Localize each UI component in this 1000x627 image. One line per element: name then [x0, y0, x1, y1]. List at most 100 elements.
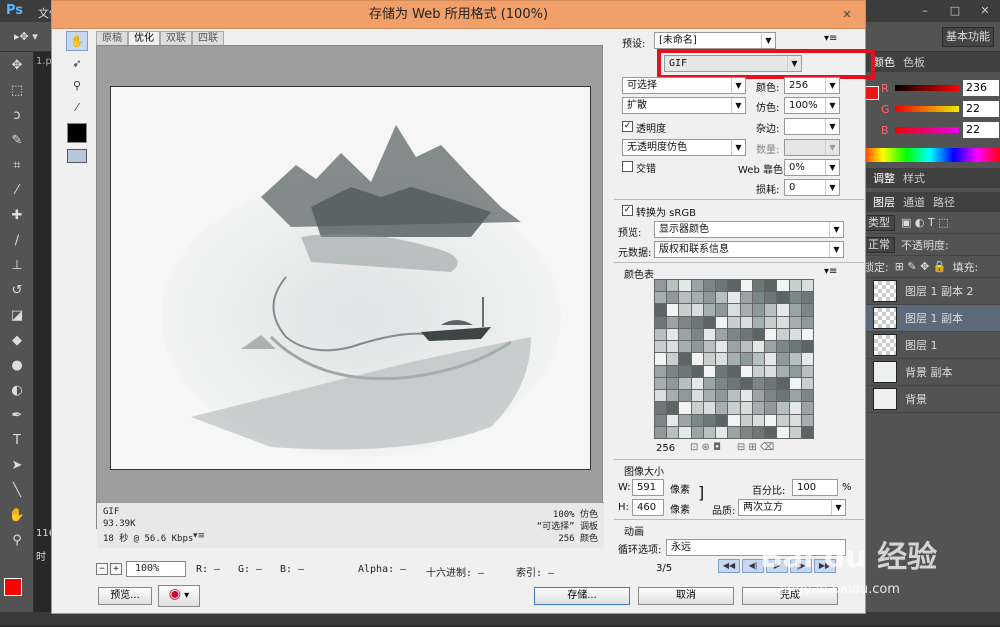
- lock-icons[interactable]: ⊞ ✎ ✥ 🔒: [895, 260, 947, 273]
- color-table-cell[interactable]: [703, 316, 716, 328]
- srgb-checkbox[interactable]: ✓: [622, 205, 633, 216]
- color-table-cell[interactable]: [679, 402, 691, 414]
- color-table-menu-icon[interactable]: ▾≡: [824, 266, 837, 277]
- color-table-cell[interactable]: [691, 426, 703, 438]
- foreground-color-swatch[interactable]: [4, 578, 22, 596]
- layer-kind-select[interactable]: 类型: [863, 214, 895, 231]
- hand-icon[interactable]: ✋: [66, 31, 88, 51]
- filter-icons[interactable]: ▣ ◐ T ⬚: [901, 216, 949, 229]
- slider-g-value[interactable]: 22: [963, 101, 999, 117]
- width-input[interactable]: 591: [632, 479, 664, 496]
- color-table-cell[interactable]: [777, 304, 789, 316]
- move-tool-icon[interactable]: ✥: [5, 53, 29, 77]
- websnap-select[interactable]: 0% ▼: [784, 159, 840, 176]
- color-table-cell[interactable]: [728, 377, 740, 390]
- minimize-icon[interactable]: –: [910, 0, 940, 22]
- color-table-cell[interactable]: [789, 402, 801, 414]
- color-table-cell[interactable]: [703, 292, 716, 304]
- preview-image[interactable]: [110, 86, 591, 470]
- color-table-cell[interactable]: [740, 390, 752, 402]
- slider-g[interactable]: G 22: [859, 99, 1000, 120]
- tab-paths[interactable]: 路径: [933, 194, 955, 210]
- amount-select[interactable]: ▼: [784, 139, 840, 156]
- color-table-cell[interactable]: [728, 426, 740, 438]
- hand-tool-icon[interactable]: ✋: [5, 503, 29, 527]
- tab-optimized[interactable]: 优化: [128, 31, 160, 45]
- color-table-cell[interactable]: [703, 304, 716, 316]
- tab-2up[interactable]: 双联: [160, 31, 192, 45]
- link-constraint-icon[interactable]: ]: [698, 483, 704, 502]
- color-table-cell[interactable]: [667, 316, 679, 328]
- color-table-cell[interactable]: [740, 353, 752, 365]
- color-table-cell[interactable]: [765, 426, 777, 438]
- color-table-cell[interactable]: [752, 341, 765, 353]
- slider-b-value[interactable]: 22: [963, 122, 999, 138]
- color-table-cell[interactable]: [691, 390, 703, 402]
- color-table-cell[interactable]: [801, 280, 813, 292]
- color-table-cell[interactable]: [667, 414, 679, 426]
- slider-r-value[interactable]: 236: [963, 80, 999, 96]
- slider-b-bar[interactable]: [895, 127, 959, 133]
- color-table-cell[interactable]: [691, 365, 703, 377]
- color-table-cell[interactable]: [789, 390, 801, 402]
- color-table-cell[interactable]: [655, 328, 667, 341]
- color-table-cell[interactable]: [740, 341, 752, 353]
- color-table-cell[interactable]: [679, 280, 691, 292]
- color-table-cell[interactable]: [728, 402, 740, 414]
- color-table-cell[interactable]: [801, 328, 813, 341]
- color-table-cell[interactable]: [740, 328, 752, 341]
- preset-select[interactable]: [未命名] ▼: [654, 32, 776, 49]
- color-table-cell[interactable]: [716, 292, 728, 304]
- color-table-cell[interactable]: [740, 365, 752, 377]
- lasso-tool-icon[interactable]: ↄ: [5, 103, 29, 127]
- color-table-cell[interactable]: [679, 426, 691, 438]
- zoom-out-button[interactable]: −: [96, 563, 108, 575]
- layer-row[interactable]: 背景 副本: [859, 359, 1000, 386]
- color-table-cell[interactable]: [679, 353, 691, 365]
- path-select-icon[interactable]: ➤: [5, 453, 29, 477]
- color-table-cell[interactable]: [679, 414, 691, 426]
- quick-select-tool-icon[interactable]: ✎: [5, 128, 29, 152]
- color-table-cell[interactable]: [691, 304, 703, 316]
- stamp-tool-icon[interactable]: ⊥: [5, 253, 29, 277]
- color-table-cell[interactable]: [740, 414, 752, 426]
- color-table-cell[interactable]: [716, 365, 728, 377]
- matte-select[interactable]: ▼: [784, 118, 840, 135]
- color-table-cell[interactable]: [801, 426, 813, 438]
- color-table-cell[interactable]: [703, 377, 716, 390]
- lossy-select[interactable]: 0 ▼: [784, 179, 840, 196]
- eyedropper-tool-icon[interactable]: ⁄: [5, 178, 29, 202]
- document-tab[interactable]: 1.p: [36, 56, 52, 67]
- color-table-cell[interactable]: [716, 280, 728, 292]
- color-table-cell[interactable]: [667, 292, 679, 304]
- close-icon[interactable]: ✕: [970, 0, 1000, 22]
- color-table-cell[interactable]: [740, 426, 752, 438]
- type-tool-icon[interactable]: T: [5, 428, 29, 452]
- tab-adjustments[interactable]: 调整: [873, 170, 895, 186]
- color-table-cell[interactable]: [655, 414, 667, 426]
- history-brush-icon[interactable]: ↺: [5, 278, 29, 302]
- first-frame-icon[interactable]: ◀◀: [718, 559, 740, 573]
- percent-input[interactable]: 100: [792, 479, 838, 496]
- blur-tool-icon[interactable]: ●: [5, 353, 29, 377]
- color-table-cell[interactable]: [740, 402, 752, 414]
- zoom-tool-icon[interactable]: ⚲: [5, 528, 29, 552]
- color-table-cell[interactable]: [765, 377, 777, 390]
- color-table-cell[interactable]: [801, 316, 813, 328]
- color-table-cell[interactable]: [801, 365, 813, 377]
- color-table-cell[interactable]: [801, 341, 813, 353]
- zoom-icon[interactable]: ⚲: [66, 75, 88, 95]
- color-table-cell[interactable]: [667, 341, 679, 353]
- slider-r-bar[interactable]: [895, 85, 959, 91]
- color-table-cell[interactable]: [716, 328, 728, 341]
- color-table-cell[interactable]: [716, 390, 728, 402]
- color-table-cell[interactable]: [801, 390, 813, 402]
- color-table-cell[interactable]: [801, 377, 813, 390]
- color-table-cell[interactable]: [740, 292, 752, 304]
- color-table-cell[interactable]: [703, 426, 716, 438]
- layer-row-active[interactable]: 图层 1 副本: [859, 305, 1000, 332]
- color-table-cell[interactable]: [728, 280, 740, 292]
- color-table-cell[interactable]: [777, 353, 789, 365]
- color-table-cell[interactable]: [789, 316, 801, 328]
- layer-row[interactable]: 图层 1: [859, 332, 1000, 359]
